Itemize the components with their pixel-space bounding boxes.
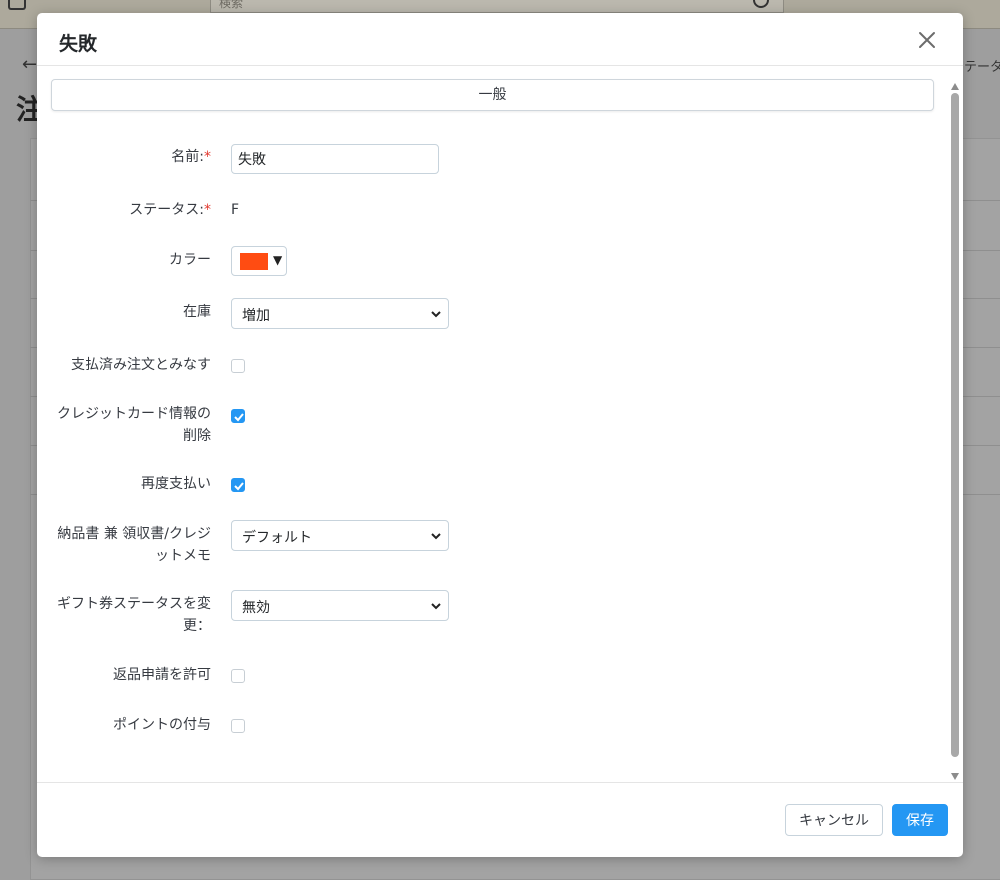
paid-checkbox[interactable] <box>231 359 245 373</box>
required-mark: * <box>204 149 211 165</box>
caret-down-icon: ▼ <box>273 253 283 267</box>
close-button[interactable] <box>915 28 939 52</box>
color-swatch <box>240 253 268 270</box>
tab-general[interactable]: 一般 <box>51 79 934 111</box>
scroll-up-arrow-icon[interactable] <box>951 83 959 90</box>
scroll-down-arrow-icon[interactable] <box>951 773 959 780</box>
invoice-select[interactable]: デフォルト <box>231 520 449 551</box>
dialog-footer: キャンセル 保存 <box>37 782 963 857</box>
dialog-body: 一般 名前:* ステータス:* F カラー ▼ 在庫 <box>37 66 963 782</box>
stock-label: 在庫 <box>183 304 211 320</box>
repay-label: 再度支払い <box>141 476 211 492</box>
dialog-header: 失敗 <box>37 13 963 66</box>
menu-icon <box>8 0 26 10</box>
status-label: ステータス:* <box>129 202 211 218</box>
returns-checkbox[interactable] <box>231 669 245 683</box>
scrollbar[interactable] <box>950 83 960 783</box>
search-icon <box>753 0 769 8</box>
cancel-button[interactable]: キャンセル <box>785 804 883 836</box>
background-right-text: テータ <box>964 60 1000 75</box>
gift-select[interactable]: 無効 <box>231 590 449 621</box>
invoice-selected-value: デフォルト <box>242 530 312 546</box>
save-button[interactable]: 保存 <box>892 804 948 836</box>
status-value: F <box>231 202 240 218</box>
cc-delete-label: クレジットカード情報の 削除 <box>57 406 211 444</box>
background-search-box: 検索 <box>210 0 784 13</box>
order-status-dialog: 失敗 一般 名前:* ステータス:* F カラー <box>37 13 963 857</box>
invoice-label: 納品書 兼 領収書/クレジ ットメモ <box>57 526 211 564</box>
chevron-down-icon <box>431 533 441 540</box>
points-label: ポイントの付与 <box>113 717 211 733</box>
scroll-thumb[interactable] <box>951 93 959 757</box>
background-search-placeholder: 検索 <box>219 0 244 10</box>
repay-checkbox[interactable] <box>231 478 245 492</box>
chevron-down-icon <box>431 603 441 610</box>
chevron-down-icon <box>431 311 441 318</box>
checkmark-icon <box>234 482 244 491</box>
required-mark: * <box>204 202 211 218</box>
close-icon <box>919 32 935 48</box>
name-input[interactable] <box>231 144 439 174</box>
tab-general-label: 一般 <box>478 87 507 103</box>
checkmark-icon <box>234 413 244 422</box>
color-label: カラー <box>169 252 211 268</box>
gift-selected-value: 無効 <box>242 600 270 616</box>
stock-selected-value: 増加 <box>242 308 270 324</box>
points-checkbox[interactable] <box>231 719 245 733</box>
back-arrow-icon: ← <box>22 54 38 75</box>
paid-label: 支払済み注文とみなす <box>71 357 211 373</box>
color-picker-button[interactable]: ▼ <box>231 246 287 276</box>
cc-delete-checkbox[interactable] <box>231 409 245 423</box>
gift-label: ギフト券ステータスを変 更： <box>57 596 211 634</box>
returns-label: 返品申請を許可 <box>113 667 211 683</box>
name-label: 名前:* <box>171 149 211 165</box>
stock-select[interactable]: 増加 <box>231 298 449 329</box>
dialog-title: 失敗 <box>59 33 98 55</box>
